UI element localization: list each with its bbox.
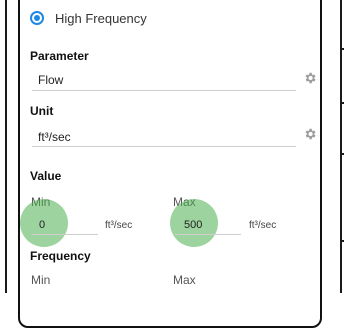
high-frequency-radio[interactable] xyxy=(30,11,44,25)
value-max-input[interactable]: 500 xyxy=(184,219,202,231)
unit-underline xyxy=(32,146,296,147)
left-panel-edge xyxy=(5,0,7,293)
parameter-heading: Parameter xyxy=(30,49,89,63)
gear-icon[interactable] xyxy=(303,127,317,141)
right-panel-edge xyxy=(334,0,344,293)
value-max-underline xyxy=(175,234,241,235)
value-min-underline xyxy=(32,234,98,235)
high-frequency-label[interactable]: High Frequency xyxy=(55,11,147,26)
frequency-max-label: Max xyxy=(173,273,196,287)
frequency-min-label: Min xyxy=(31,273,51,287)
value-heading: Value xyxy=(30,169,62,183)
radio-selected-dot xyxy=(34,15,40,21)
parameter-value[interactable]: Flow xyxy=(38,73,63,87)
parameter-underline xyxy=(32,90,296,91)
value-min-unit: ft³/sec xyxy=(105,220,133,231)
unit-value[interactable]: ft³/sec xyxy=(38,130,71,144)
value-max-unit: ft³/sec xyxy=(249,220,277,231)
value-min-input[interactable]: 0 xyxy=(39,219,45,231)
unit-heading: Unit xyxy=(30,104,54,118)
frequency-heading: Frequency xyxy=(30,249,91,263)
gear-icon[interactable] xyxy=(303,71,317,85)
